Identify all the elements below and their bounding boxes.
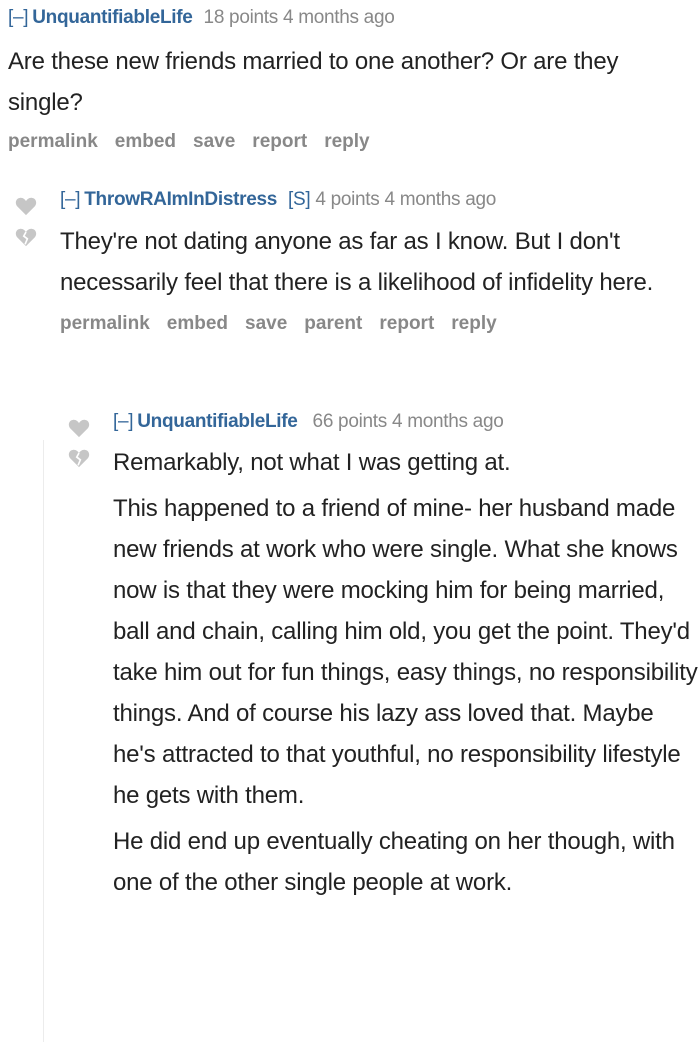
timestamp: 4 months ago [282, 7, 395, 28]
comment-actions: permalink embed save report reply [8, 131, 698, 153]
comment-2: [–] ThrowRAImInDistress [S] 4 points 4 mo… [60, 187, 698, 335]
broken-heart-downvote-icon[interactable] [15, 227, 37, 247]
save-button[interactable]: save [245, 313, 287, 334]
timestamp: 4 months ago [384, 189, 497, 210]
heart-upvote-icon[interactable] [15, 196, 37, 216]
comment-actions: permalink embed save parent report reply [60, 313, 698, 335]
comment-paragraph: Remarkably, not what I was getting at. [113, 449, 511, 476]
collapse-toggle[interactable]: [–] [8, 7, 29, 28]
broken-heart-downvote-icon[interactable] [68, 448, 90, 468]
author-link[interactable]: ThrowRAImInDistress [84, 189, 277, 210]
submitter-badge[interactable]: [S] [288, 189, 311, 210]
comment-3: [–] UnquantifiableLife 66 points 4 months… [113, 409, 698, 903]
score: 18 points [203, 7, 279, 28]
comment-body: Remarkably, not what I was getting at. T… [113, 442, 698, 903]
permalink-button[interactable]: permalink [8, 131, 98, 152]
comment-paragraph: This happened to a friend of mine- her h… [113, 495, 698, 809]
comment-paragraph: Are these new friends married to one ano… [8, 48, 619, 116]
comment-body: Are these new friends married to one ano… [8, 41, 698, 123]
comment-body: They're not dating anyone as far as I kn… [60, 221, 698, 303]
comment-paragraph: He did end up eventually cheating on her… [113, 828, 675, 896]
comment-tagline: [–] UnquantifiableLife 66 points 4 months… [113, 409, 698, 435]
timestamp: 4 months ago [391, 411, 504, 432]
author-link[interactable]: UnquantifiableLife [137, 411, 298, 432]
reply-button[interactable]: reply [324, 131, 369, 152]
score: 66 points [312, 411, 388, 432]
embed-button[interactable]: embed [167, 313, 228, 334]
comment-paragraph: They're not dating anyone as far as I kn… [60, 228, 654, 296]
author-link[interactable]: UnquantifiableLife [32, 7, 193, 28]
report-button[interactable]: report [379, 313, 434, 334]
parent-button[interactable]: parent [304, 313, 362, 334]
permalink-button[interactable]: permalink [60, 313, 150, 334]
heart-upvote-icon[interactable] [68, 418, 90, 438]
save-button[interactable]: save [193, 131, 235, 152]
comment-1: [–] UnquantifiableLife 18 points 4 months… [8, 5, 698, 153]
collapse-toggle[interactable]: [–] [60, 189, 81, 210]
embed-button[interactable]: embed [115, 131, 176, 152]
comment-tagline: [–] UnquantifiableLife 18 points 4 months… [8, 5, 698, 31]
report-button[interactable]: report [252, 131, 307, 152]
reply-button[interactable]: reply [451, 313, 496, 334]
thread-rail [43, 440, 44, 1042]
score: 4 points [315, 189, 380, 210]
comment-tagline: [–] ThrowRAImInDistress [S] 4 points 4 mo… [60, 187, 698, 213]
collapse-toggle[interactable]: [–] [113, 411, 134, 432]
